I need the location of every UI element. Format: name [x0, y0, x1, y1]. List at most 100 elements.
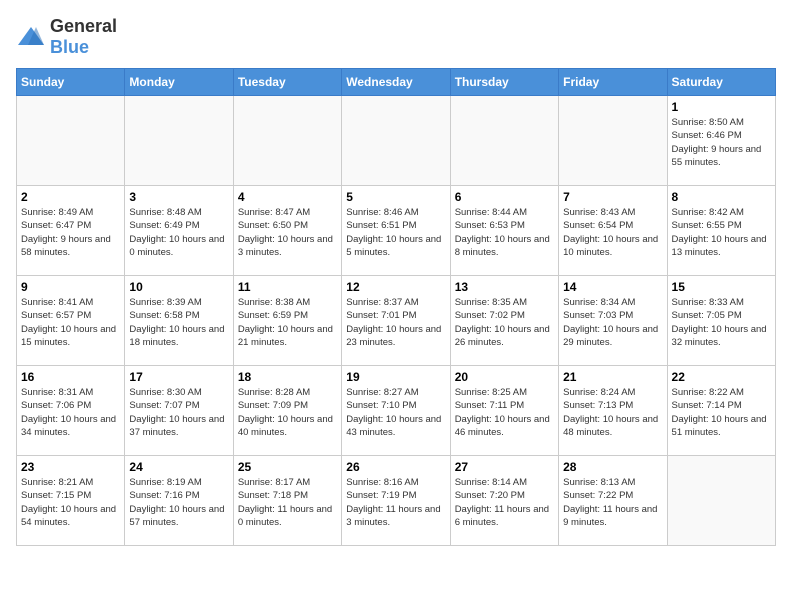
calendar-cell: 24 Sunrise: 8:19 AM Sunset: 7:16 PM Dayli… [125, 456, 233, 546]
calendar-table: Sunday Monday Tuesday Wednesday Thursday… [16, 68, 776, 546]
calendar-cell: 21 Sunrise: 8:24 AM Sunset: 7:13 PM Dayli… [559, 366, 667, 456]
calendar-cell: 12 Sunrise: 8:37 AM Sunset: 7:01 PM Dayli… [342, 276, 450, 366]
col-sunday: Sunday [17, 69, 125, 96]
day-info: Sunrise: 8:35 AM Sunset: 7:02 PM Dayligh… [455, 296, 554, 349]
calendar-cell: 6 Sunrise: 8:44 AM Sunset: 6:53 PM Daylig… [450, 186, 558, 276]
day-number: 13 [455, 280, 554, 294]
calendar-cell: 3 Sunrise: 8:48 AM Sunset: 6:49 PM Daylig… [125, 186, 233, 276]
header-row: Sunday Monday Tuesday Wednesday Thursday… [17, 69, 776, 96]
calendar-cell: 18Sunrise: 8:28 AM Sunset: 7:09 PM Dayli… [233, 366, 341, 456]
day-info: Sunrise: 8:41 AM Sunset: 6:57 PM Dayligh… [21, 296, 120, 349]
day-number: 21 [563, 370, 662, 384]
day-number: 16 [21, 370, 120, 384]
calendar-cell: 11 Sunrise: 8:38 AM Sunset: 6:59 PM Dayli… [233, 276, 341, 366]
day-info: Sunrise: 8:24 AM Sunset: 7:13 PM Dayligh… [563, 386, 662, 439]
day-number: 6 [455, 190, 554, 204]
day-info: Sunrise: 8:21 AM Sunset: 7:15 PM Dayligh… [21, 476, 120, 529]
day-number: 1 [672, 100, 771, 114]
col-friday: Friday [559, 69, 667, 96]
day-info: Sunrise: 8:37 AM Sunset: 7:01 PM Dayligh… [346, 296, 445, 349]
day-number: 26 [346, 460, 445, 474]
calendar-cell: 28 Sunrise: 8:13 AM Sunset: 7:22 PM Dayli… [559, 456, 667, 546]
day-info: Sunrise: 8:16 AM Sunset: 7:19 PM Dayligh… [346, 476, 445, 529]
day-info: Sunrise: 8:48 AM Sunset: 6:49 PM Dayligh… [129, 206, 228, 259]
calendar-cell: 26 Sunrise: 8:16 AM Sunset: 7:19 PM Dayli… [342, 456, 450, 546]
day-info: Sunrise: 8:33 AM Sunset: 7:05 PM Dayligh… [672, 296, 771, 349]
calendar-cell: 19Sunrise: 8:27 AM Sunset: 7:10 PM Dayli… [342, 366, 450, 456]
day-number: 15 [672, 280, 771, 294]
day-info: Sunrise: 8:44 AM Sunset: 6:53 PM Dayligh… [455, 206, 554, 259]
col-monday: Monday [125, 69, 233, 96]
logo-general-text: General [50, 16, 117, 36]
calendar-cell: 23 Sunrise: 8:21 AM Sunset: 7:15 PM Dayli… [17, 456, 125, 546]
day-info: Sunrise: 8:13 AM Sunset: 7:22 PM Dayligh… [563, 476, 662, 529]
day-number: 24 [129, 460, 228, 474]
calendar-body: 1Sunrise: 8:50 AM Sunset: 6:46 PM Daylig… [17, 96, 776, 546]
day-number: 23 [21, 460, 120, 474]
calendar-cell [233, 96, 341, 186]
calendar-cell: 27 Sunrise: 8:14 AM Sunset: 7:20 PM Dayli… [450, 456, 558, 546]
day-number: 8 [672, 190, 771, 204]
calendar-cell: 9 Sunrise: 8:41 AM Sunset: 6:57 PM Daylig… [17, 276, 125, 366]
day-number: 10 [129, 280, 228, 294]
calendar-cell [450, 96, 558, 186]
day-info: Sunrise: 8:47 AM Sunset: 6:50 PM Dayligh… [238, 206, 337, 259]
day-info: Sunrise: 8:30 AM Sunset: 7:07 PM Dayligh… [129, 386, 228, 439]
day-number: 28 [563, 460, 662, 474]
day-number: 19 [346, 370, 445, 384]
day-info: Sunrise: 8:42 AM Sunset: 6:55 PM Dayligh… [672, 206, 771, 259]
calendar-week-row: 1Sunrise: 8:50 AM Sunset: 6:46 PM Daylig… [17, 96, 776, 186]
day-number: 25 [238, 460, 337, 474]
day-number: 4 [238, 190, 337, 204]
calendar-cell: 5 Sunrise: 8:46 AM Sunset: 6:51 PM Daylig… [342, 186, 450, 276]
logo: General Blue [16, 16, 117, 58]
day-number: 12 [346, 280, 445, 294]
logo-blue-text: Blue [50, 37, 89, 57]
calendar-cell: 4 Sunrise: 8:47 AM Sunset: 6:50 PM Daylig… [233, 186, 341, 276]
day-info: Sunrise: 8:49 AM Sunset: 6:47 PM Dayligh… [21, 206, 120, 259]
logo-icon [16, 25, 46, 49]
calendar-cell: 7 Sunrise: 8:43 AM Sunset: 6:54 PM Daylig… [559, 186, 667, 276]
calendar-week-row: 9 Sunrise: 8:41 AM Sunset: 6:57 PM Daylig… [17, 276, 776, 366]
day-number: 5 [346, 190, 445, 204]
day-info: Sunrise: 8:31 AM Sunset: 7:06 PM Dayligh… [21, 386, 120, 439]
calendar-cell: 17 Sunrise: 8:30 AM Sunset: 7:07 PM Dayli… [125, 366, 233, 456]
calendar-cell: 22 Sunrise: 8:22 AM Sunset: 7:14 PM Dayli… [667, 366, 775, 456]
day-number: 11 [238, 280, 337, 294]
calendar-cell: 10Sunrise: 8:39 AM Sunset: 6:58 PM Dayli… [125, 276, 233, 366]
day-number: 7 [563, 190, 662, 204]
day-info: Sunrise: 8:14 AM Sunset: 7:20 PM Dayligh… [455, 476, 554, 529]
day-number: 27 [455, 460, 554, 474]
day-info: Sunrise: 8:43 AM Sunset: 6:54 PM Dayligh… [563, 206, 662, 259]
calendar-header: Sunday Monday Tuesday Wednesday Thursday… [17, 69, 776, 96]
calendar-cell: 14 Sunrise: 8:34 AM Sunset: 7:03 PM Dayli… [559, 276, 667, 366]
day-info: Sunrise: 8:38 AM Sunset: 6:59 PM Dayligh… [238, 296, 337, 349]
col-wednesday: Wednesday [342, 69, 450, 96]
day-number: 3 [129, 190, 228, 204]
calendar-cell [667, 456, 775, 546]
calendar-cell: 20Sunrise: 8:25 AM Sunset: 7:11 PM Dayli… [450, 366, 558, 456]
calendar-cell: 1Sunrise: 8:50 AM Sunset: 6:46 PM Daylig… [667, 96, 775, 186]
day-info: Sunrise: 8:34 AM Sunset: 7:03 PM Dayligh… [563, 296, 662, 349]
day-number: 18 [238, 370, 337, 384]
calendar-week-row: 2 Sunrise: 8:49 AM Sunset: 6:47 PM Daylig… [17, 186, 776, 276]
calendar-cell: 13 Sunrise: 8:35 AM Sunset: 7:02 PM Dayli… [450, 276, 558, 366]
day-number: 2 [21, 190, 120, 204]
day-info: Sunrise: 8:17 AM Sunset: 7:18 PM Dayligh… [238, 476, 337, 529]
calendar-cell: 16 Sunrise: 8:31 AM Sunset: 7:06 PM Dayli… [17, 366, 125, 456]
calendar-cell [125, 96, 233, 186]
day-number: 17 [129, 370, 228, 384]
calendar-week-row: 23 Sunrise: 8:21 AM Sunset: 7:15 PM Dayli… [17, 456, 776, 546]
day-number: 14 [563, 280, 662, 294]
day-number: 22 [672, 370, 771, 384]
calendar-cell [559, 96, 667, 186]
calendar-cell: 8 Sunrise: 8:42 AM Sunset: 6:55 PM Daylig… [667, 186, 775, 276]
calendar-week-row: 16 Sunrise: 8:31 AM Sunset: 7:06 PM Dayli… [17, 366, 776, 456]
day-number: 9 [21, 280, 120, 294]
day-info: Sunrise: 8:46 AM Sunset: 6:51 PM Dayligh… [346, 206, 445, 259]
col-tuesday: Tuesday [233, 69, 341, 96]
col-saturday: Saturday [667, 69, 775, 96]
day-number: 20 [455, 370, 554, 384]
day-info: Sunrise: 8:19 AM Sunset: 7:16 PM Dayligh… [129, 476, 228, 529]
day-info: Sunrise: 8:22 AM Sunset: 7:14 PM Dayligh… [672, 386, 771, 439]
